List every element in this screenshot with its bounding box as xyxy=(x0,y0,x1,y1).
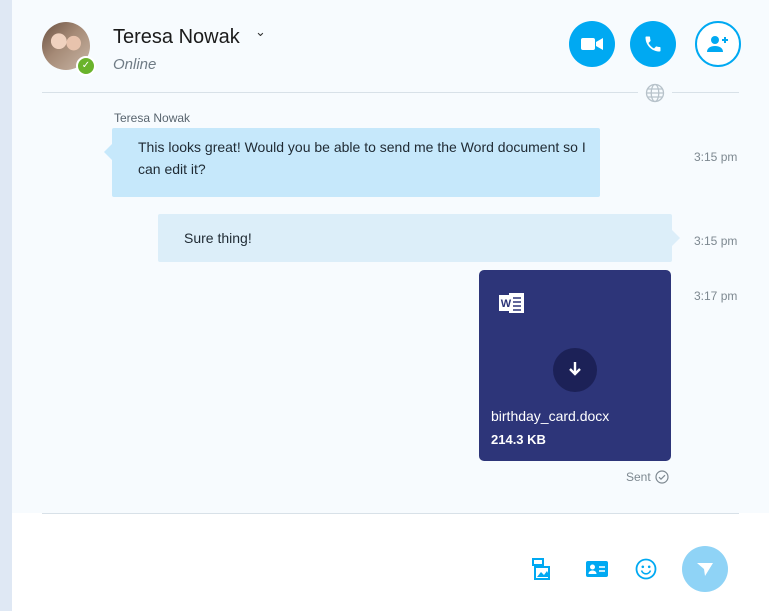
chevron-down-icon[interactable]: ⌄ xyxy=(255,24,266,40)
delivery-status: Sent xyxy=(626,470,669,484)
message-text: This looks great! Would you be able to s… xyxy=(138,139,586,177)
message-timestamp: 3:15 pm xyxy=(694,150,738,164)
video-camera-icon xyxy=(581,38,603,50)
message-timestamp: 3:15 pm xyxy=(694,234,738,248)
svg-text:W: W xyxy=(501,298,512,310)
globe-icon[interactable] xyxy=(638,80,672,106)
add-person-icon xyxy=(707,36,728,52)
online-presence-icon: ✓ xyxy=(76,56,96,76)
file-name: birthday_card.docx xyxy=(491,408,610,424)
delivery-status-label: Sent xyxy=(626,470,651,484)
send-arrow-icon xyxy=(697,563,713,576)
smiley-icon xyxy=(635,558,657,580)
phone-icon xyxy=(645,36,661,52)
contact-status: Online xyxy=(113,56,157,73)
file-attachment-card[interactable]: W birthday_card.docx 214.3 KB xyxy=(479,270,671,461)
download-button[interactable] xyxy=(553,348,597,392)
add-people-button[interactable] xyxy=(695,21,741,67)
message-text: Sure thing! xyxy=(184,230,252,246)
emoticon-button[interactable] xyxy=(633,556,659,582)
outgoing-message-bubble[interactable]: Sure thing! xyxy=(158,214,680,262)
contact-card-icon xyxy=(586,561,608,577)
message-sender: Teresa Nowak xyxy=(114,111,191,125)
header-divider xyxy=(42,92,739,93)
compose-divider xyxy=(42,513,739,514)
send-media-button[interactable] xyxy=(530,556,556,582)
send-button[interactable] xyxy=(682,546,728,592)
contact-name[interactable]: Teresa Nowak xyxy=(113,26,240,49)
download-arrow-icon xyxy=(569,362,581,376)
audio-call-button[interactable] xyxy=(630,21,676,67)
word-document-icon: W xyxy=(499,292,525,319)
file-size: 214.3 KB xyxy=(491,432,546,447)
incoming-message-bubble[interactable]: This looks great! Would you be able to s… xyxy=(104,128,600,197)
message-timestamp: 3:17 pm xyxy=(694,289,738,303)
conversation-pane: ✓ Teresa Nowak ⌄ Online Teresa Nowak Thi… xyxy=(12,0,769,513)
video-call-button[interactable] xyxy=(569,21,615,67)
send-contact-button[interactable] xyxy=(584,556,610,582)
sent-check-icon xyxy=(655,470,669,484)
media-icon xyxy=(532,558,550,580)
chat-window: ✓ Teresa Nowak ⌄ Online Teresa Nowak Thi… xyxy=(12,0,769,611)
